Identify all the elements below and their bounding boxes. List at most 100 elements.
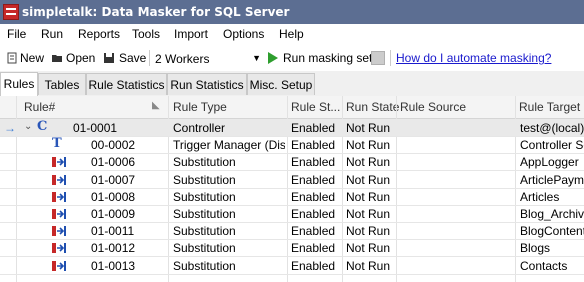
table-row[interactable]: 01-0006 Substitution Enabled Not Run AppLogg… — [0, 153, 584, 172]
rule-status: Enabled — [291, 172, 336, 187]
rule-number: 01-0008 — [91, 189, 136, 204]
run-state: Not Run — [346, 121, 391, 135]
run-state: Not Run — [346, 207, 391, 221]
menu-run[interactable]: Run — [41, 27, 63, 41]
run-state: Not Run — [346, 189, 391, 204]
rule-status: Enabled — [291, 241, 336, 256]
chevron-down-icon: ▼ — [252, 53, 261, 63]
menu-bar: File Run Reports Tools Import Options He… — [0, 24, 584, 45]
column-header-rule-status[interactable]: Rule St... — [291, 100, 341, 114]
rule-target: ArticlePaymen — [520, 172, 584, 187]
rule-target: AppLogger — [520, 155, 579, 170]
table-row[interactable]: 01-0009 Substitution Enabled Not Run Blog_Ar… — [0, 205, 584, 223]
rule-status: Enabled — [291, 138, 336, 153]
tab-rule-statistics[interactable]: Rule Statistics — [86, 73, 167, 95]
rule-target: Blog_Archive — [520, 207, 584, 221]
menu-options[interactable]: Options — [223, 27, 264, 41]
rule-type: Substitution — [173, 241, 236, 256]
column-header-run-state[interactable]: Run State — [346, 100, 399, 114]
menu-help[interactable]: Help — [279, 27, 304, 41]
tab-run-statistics[interactable]: Run Statistics — [167, 73, 247, 95]
run-state: Not Run — [346, 172, 391, 187]
rule-type: Substitution — [173, 189, 236, 204]
open-button[interactable]: Open — [66, 51, 95, 65]
workers-value: 2 Workers — [155, 52, 210, 66]
rule-status: Enabled — [291, 207, 336, 221]
rule-number: 01-0012 — [91, 241, 136, 256]
rule-status: Enabled — [291, 121, 336, 135]
menu-tools[interactable]: Tools — [132, 27, 160, 41]
controller-icon: C — [37, 119, 48, 134]
tab-strip: Rules Tables Rule Statistics Run Statist… — [0, 71, 584, 97]
trigger-icon: T — [52, 136, 62, 152]
substitution-icon — [52, 209, 66, 219]
rule-target: Articles — [520, 189, 560, 204]
sort-icon: ◣ — [152, 100, 160, 111]
grid-header: Rule# ◣ Rule Type Rule St... Run State R… — [0, 96, 584, 119]
rules-grid: Rule# ◣ Rule Type Rule St... Run State R… — [0, 96, 584, 282]
menu-file[interactable]: File — [7, 27, 26, 41]
app-logo-icon — [3, 4, 19, 20]
workers-select[interactable]: 2 Workers ▼ — [150, 48, 264, 69]
run-state: Not Run — [346, 241, 391, 256]
tab-rules[interactable]: Rules — [0, 72, 38, 96]
open-folder-icon — [52, 55, 62, 62]
table-row[interactable]: 01-0008 Substitution Enabled Not Run Article… — [0, 188, 584, 206]
run-state: Not Run — [346, 258, 391, 273]
rule-status: Enabled — [291, 155, 336, 170]
new-button[interactable]: New — [20, 51, 44, 65]
rule-type: Substitution — [173, 172, 236, 187]
save-icon — [104, 53, 114, 63]
rule-target: BlogContent — [520, 224, 584, 239]
current-row-arrow-icon: → — [4, 121, 16, 135]
rule-target: test@(local) v — [520, 121, 584, 135]
table-row[interactable]: 01-0012 Substitution Enabled Not Run Blogs — [0, 239, 584, 258]
column-header-rule-target[interactable]: Rule Target — [519, 100, 584, 114]
table-row[interactable]: T 00-0002 Trigger Manager (Disa... Enabled N… — [0, 136, 584, 155]
save-button[interactable]: Save — [119, 51, 146, 65]
rule-number: 01-0007 — [91, 172, 136, 187]
table-row[interactable]: 01-0013 Substitution Enabled Not Run Contact… — [0, 257, 584, 275]
table-row[interactable]: 01-0007 Substitution Enabled Not Run Article… — [0, 171, 584, 189]
menu-reports[interactable]: Reports — [78, 27, 120, 41]
column-header-rule-num[interactable]: Rule# — [24, 100, 55, 114]
table-row[interactable]: → ⌄ C 01-0001 Controller Enabled Not Run test@(… — [0, 119, 584, 137]
rule-type: Substitution — [173, 155, 236, 170]
tab-tables[interactable]: Tables — [38, 73, 86, 95]
rule-type: Controller — [173, 121, 226, 135]
rule-status: Enabled — [291, 224, 336, 239]
rule-number: 00-0002 — [91, 138, 136, 153]
rule-target: Blogs — [520, 241, 551, 256]
option-checkbox[interactable] — [371, 51, 385, 65]
substitution-icon — [52, 243, 66, 254]
substitution-icon — [52, 191, 66, 202]
rule-number: 01-0009 — [91, 207, 136, 221]
collapse-chevron-icon[interactable]: ⌄ — [24, 121, 32, 132]
rule-status: Enabled — [291, 258, 336, 273]
run-state: Not Run — [346, 155, 391, 170]
table-row[interactable]: 01-0011 Substitution Enabled Not Run BlogCon… — [0, 222, 584, 241]
rule-type: Substitution — [173, 224, 236, 239]
rule-number: 01-0011 — [91, 224, 135, 239]
toolbar-separator — [390, 50, 391, 66]
title-bar: simpletalk: Data Masker for SQL Server — [0, 0, 584, 24]
new-icon — [7, 52, 17, 64]
column-header-rule-source[interactable]: Rule Source — [400, 100, 466, 114]
rule-type: Substitution — [173, 207, 236, 221]
menu-import[interactable]: Import — [174, 27, 208, 41]
automate-masking-link[interactable]: How do I automate masking? — [396, 51, 551, 65]
run-state: Not Run — [346, 138, 391, 153]
toolbar: New Open Save 2 Workers ▼ Run masking se… — [0, 45, 584, 72]
run-state: Not Run — [346, 224, 391, 239]
run-masking-set-button[interactable]: Run masking set — [283, 51, 372, 65]
column-header-rule-type[interactable]: Rule Type — [173, 100, 227, 114]
window-title: simpletalk: Data Masker for SQL Server — [22, 5, 290, 19]
rule-target: Contacts — [520, 258, 568, 273]
rule-target: Controller Sch — [520, 138, 584, 153]
tab-misc-setup[interactable]: Misc. Setup — [247, 73, 315, 95]
substitution-icon — [52, 260, 66, 271]
substitution-icon — [52, 157, 66, 168]
rule-number: 01-0006 — [91, 155, 136, 170]
rule-number: 01-0013 — [91, 258, 136, 273]
rule-type: Trigger Manager (Disa... — [173, 138, 285, 153]
